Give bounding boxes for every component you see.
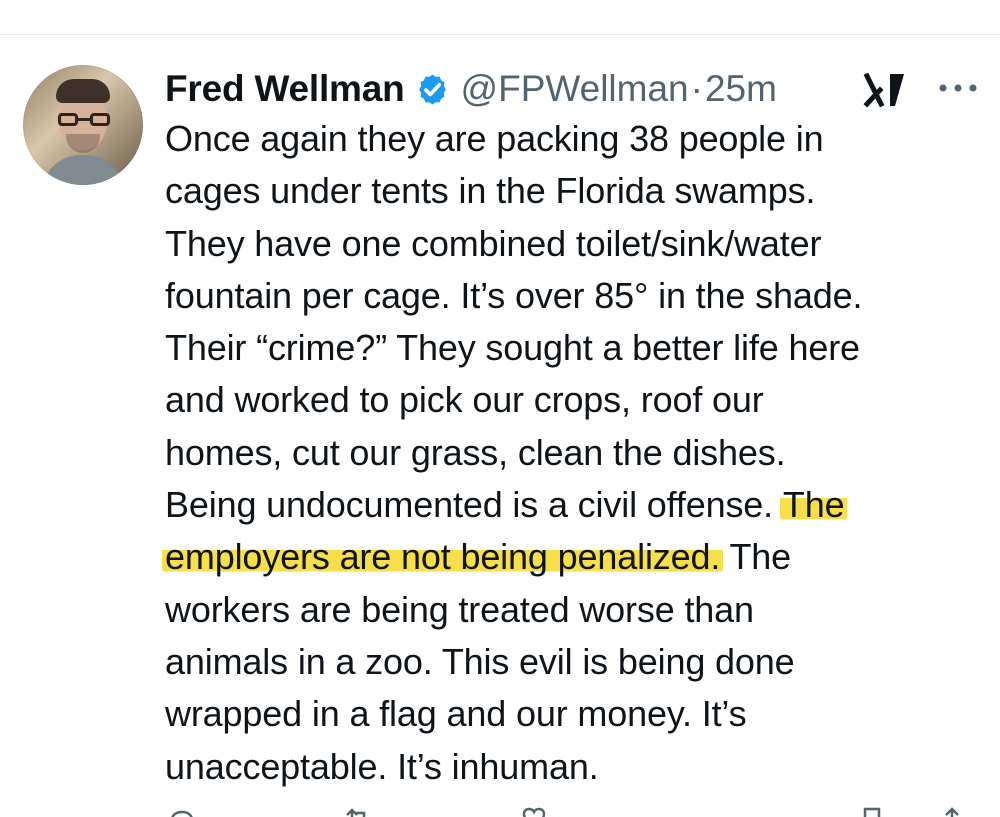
tweet-text-line: homes, cut our grass, clean the dishes.: [165, 431, 786, 473]
tweet-header: Fred Wellman @FPWellman · 25m: [165, 62, 983, 116]
avatar-lens-left: [58, 113, 78, 126]
tweet-text-line: workers are being treated worse than: [165, 588, 754, 630]
more-options-icon[interactable]: [935, 80, 981, 96]
tweet-text-line: cages under tents in the Florida swamps.: [165, 170, 816, 212]
tweet-text-line: Their “crime?” They sought a better life…: [165, 327, 860, 369]
action-bar: [165, 793, 985, 817]
verified-badge-icon: [418, 73, 446, 105]
tweet-text-line: Being undocumented is a civil offense. T…: [165, 479, 990, 531]
avatar-hair: [56, 79, 110, 103]
highlighted-text: The: [779, 484, 848, 526]
highlighted-text: employers are not being penalized.: [162, 536, 724, 578]
handle[interactable]: @FPWellman: [461, 68, 689, 110]
tweet-text: Once again they are packing 38 people in…: [162, 113, 990, 793]
tweet-text-line: employers are not being penalized. The: [162, 531, 990, 583]
tweet-text-line: unacceptable. It’s inhuman.: [165, 745, 599, 787]
tweet-text-line: Once again they are packing 38 people in: [165, 118, 824, 159]
tweet-text-line: fountain per cage. It’s over 85° in the …: [165, 274, 863, 316]
tweet-card[interactable]: Fred Wellman @FPWellman · 25m Once again…: [0, 35, 1000, 817]
timestamp[interactable]: 25m: [705, 68, 777, 110]
tweet-text-line: animals in a zoo. This evil is being don…: [165, 640, 795, 682]
bookmark-icon[interactable]: [855, 805, 889, 817]
share-icon[interactable]: [935, 805, 969, 817]
avatar-shirt: [41, 155, 125, 185]
avatar-beard: [66, 134, 100, 153]
avatar-lens-right: [90, 113, 110, 126]
tweet-text-segment: Being undocumented is a civil offense.: [165, 484, 783, 526]
avatar-glasses-bridge: [78, 118, 90, 121]
display-name[interactable]: Fred Wellman: [165, 68, 405, 110]
repost-icon[interactable]: [341, 805, 375, 817]
tweet-text-line: and worked to pick our crops, roof our: [165, 379, 764, 421]
tweet-text-line: wrapped in a flag and our money. It’s: [165, 693, 747, 735]
tweet-text-segment: The: [720, 536, 792, 578]
reply-icon[interactable]: [165, 805, 199, 817]
avatar[interactable]: [23, 65, 143, 185]
avatar-glasses: [58, 113, 110, 129]
grok-icon[interactable]: [863, 70, 911, 110]
tweet-text-line: They have one combined toilet/sink/water: [165, 222, 822, 264]
separator-dot: ·: [690, 68, 703, 109]
like-icon[interactable]: [517, 805, 551, 817]
